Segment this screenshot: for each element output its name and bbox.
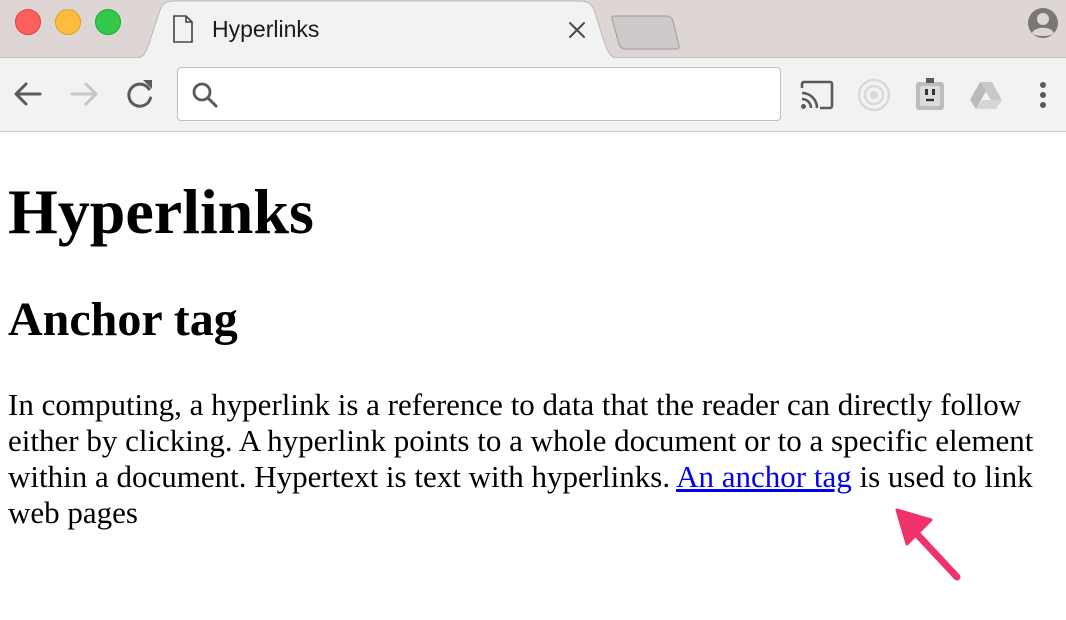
new-tab-button[interactable]: [610, 14, 682, 50]
tab-hyperlinks[interactable]: Hyperlinks: [132, 0, 622, 59]
annotation-arrow-icon: [895, 508, 961, 581]
omnibox-input[interactable]: [230, 76, 774, 114]
reload-icon[interactable]: [122, 76, 158, 112]
omnibox[interactable]: [177, 67, 781, 121]
page-subheading: Anchor tag: [8, 293, 238, 346]
back-arrow-icon[interactable]: [10, 76, 46, 112]
forward-arrow-icon[interactable]: [66, 76, 102, 112]
window-maximize-button[interactable]: [95, 9, 121, 35]
search-icon: [192, 82, 218, 108]
profile-icon[interactable]: [1026, 6, 1060, 40]
drive-icon[interactable]: [967, 76, 1005, 114]
toolbar: [0, 58, 1066, 132]
menu-icon[interactable]: [1024, 76, 1062, 114]
window-close-button[interactable]: [15, 9, 41, 35]
page-heading: Hyperlinks: [8, 176, 314, 247]
cast-icon[interactable]: [798, 76, 836, 114]
document-icon: [173, 15, 193, 43]
tab-strip: Hyperlinks: [0, 0, 1066, 59]
circle-extension-icon[interactable]: [855, 76, 893, 114]
plug-extension-icon[interactable]: [911, 76, 949, 114]
window-minimize-button[interactable]: [55, 9, 81, 35]
anchor-tag-link[interactable]: An anchor tag: [676, 459, 852, 494]
tab-title: Hyperlinks: [212, 16, 320, 42]
close-icon[interactable]: [568, 21, 586, 39]
